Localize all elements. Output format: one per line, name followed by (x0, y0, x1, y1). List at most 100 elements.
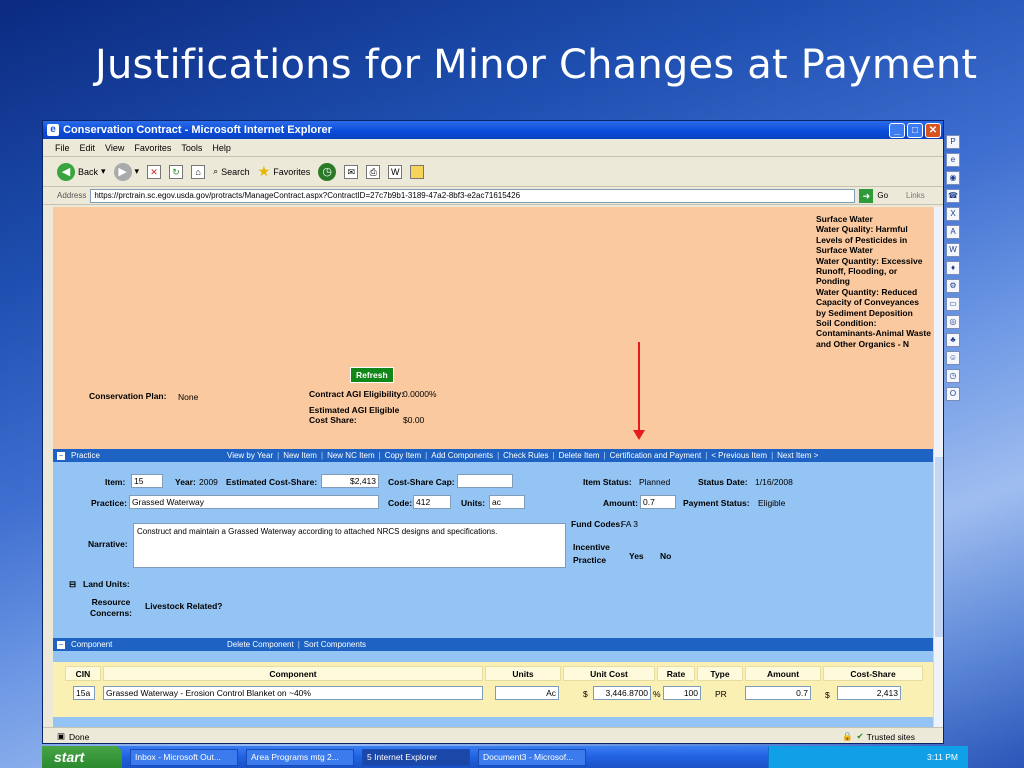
menu-edit[interactable]: Edit (80, 143, 96, 153)
word-icon[interactable]: W (946, 243, 960, 257)
minimize-button[interactable]: _ (889, 122, 905, 138)
ie-icon: e (47, 124, 59, 136)
col-amount: Amount (745, 666, 821, 681)
menu-tools[interactable]: Tools (181, 143, 202, 153)
units-cell-input[interactable]: Ac (495, 686, 559, 700)
livestock-label: Livestock Related? (145, 601, 223, 611)
start-button[interactable]: start (42, 746, 122, 768)
incentive-yes[interactable]: Yes (629, 551, 644, 561)
link-next-item[interactable]: Next Item > (777, 451, 818, 460)
star-icon: ★ (257, 163, 271, 179)
narrative-textarea[interactable]: Construct and maintain a Grassed Waterwa… (133, 523, 566, 568)
scroll-thumb[interactable] (935, 457, 943, 637)
window-titlebar: e Conservation Contract - Microsoft Inte… (43, 121, 943, 139)
search-button[interactable]: ⌕ Search (213, 166, 250, 177)
cost-share-input[interactable]: 2,413 (837, 686, 901, 700)
clock-icon[interactable]: ◷ (946, 369, 960, 383)
practice-bar-label: Practice (71, 451, 100, 460)
incentive-label: Incentive Practice (573, 542, 610, 565)
land-units-toggle-icon[interactable]: ⊟ (69, 579, 76, 590)
link-copy-item[interactable]: Copy Item (385, 451, 421, 460)
close-button[interactable]: ✕ (925, 122, 941, 138)
est-cost-input[interactable]: $2,413 (321, 474, 379, 488)
link-view-by-year[interactable]: View by Year (227, 451, 273, 460)
search-label: Search (221, 166, 250, 177)
favorites-label: Favorites (273, 166, 311, 177)
unit-cost-input[interactable]: 3,446.8700 (593, 686, 651, 700)
clock: 3:11 PM (926, 752, 958, 762)
plan-panel: Surface Water Water Quality: Harmful Lev… (53, 207, 935, 449)
folder-icon[interactable]: ▭ (946, 297, 960, 311)
done-icon: ▣ (57, 731, 66, 741)
link-check-rules[interactable]: Check Rules (503, 451, 548, 460)
incentive-no[interactable]: No (660, 551, 671, 561)
window-title: Conservation Contract - Microsoft Intern… (63, 124, 332, 136)
est-agi-value: $0.00 (403, 415, 425, 425)
folder-icon[interactable] (410, 164, 425, 179)
globe-icon[interactable]: ◎ (946, 315, 960, 329)
refresh-icon[interactable]: ↻ (169, 164, 184, 179)
edit-icon[interactable]: W (388, 164, 403, 179)
refresh-button[interactable]: Refresh (350, 367, 394, 383)
menu-file[interactable]: File (55, 143, 70, 153)
menu-favorites[interactable]: Favorites (134, 143, 171, 153)
amount-cell-input[interactable]: 0.7 (745, 686, 811, 700)
amount-input[interactable]: 0.7 (640, 495, 676, 509)
powerpoint-icon[interactable]: P (946, 135, 960, 149)
person-icon[interactable]: ☺ (946, 351, 960, 365)
cin-input[interactable]: 15a (73, 686, 95, 700)
print-icon[interactable]: ⎙ (366, 164, 381, 179)
browser-window: e Conservation Contract - Microsoft Inte… (42, 120, 944, 744)
link-add-components[interactable]: Add Components (431, 451, 493, 460)
link-new-item[interactable]: New Item (283, 451, 317, 460)
search-icon: ⌕ (213, 166, 219, 176)
tree-icon[interactable]: ♣ (946, 333, 960, 347)
item-select[interactable]: 15 (131, 474, 163, 488)
code-input[interactable]: 412 (413, 495, 451, 509)
stop-icon[interactable]: ✕ (147, 164, 162, 179)
vertical-scrollbar[interactable] (933, 207, 943, 727)
forward-button[interactable]: ▶ ▾ (113, 162, 139, 181)
gear-icon[interactable]: ⚙ (946, 279, 960, 293)
link-delete-component[interactable]: Delete Component (227, 640, 294, 649)
address-input[interactable]: https://prctrain.sc.egov.usda.gov/protra… (90, 188, 856, 203)
chart-icon[interactable]: ♦ (946, 261, 960, 275)
component-input[interactable]: Grassed Waterway - Erosion Control Blank… (103, 686, 483, 700)
practice-input[interactable]: Grassed Waterway (129, 495, 379, 509)
menu-view[interactable]: View (105, 143, 124, 153)
phone-icon[interactable]: ☎ (946, 189, 960, 203)
links-label[interactable]: Links (906, 191, 925, 200)
collapse-practice-icon[interactable]: − (57, 451, 65, 460)
excel-icon[interactable]: X (946, 207, 960, 221)
contacts-icon[interactable]: ◉ (946, 171, 960, 185)
menu-help[interactable]: Help (212, 143, 231, 153)
cost-cap-input[interactable] (457, 474, 513, 488)
outlook-icon[interactable]: O (946, 387, 960, 401)
mail-icon[interactable]: ✉ (344, 164, 359, 179)
access-icon[interactable]: A (946, 225, 960, 239)
collapse-component-icon[interactable]: − (57, 640, 65, 649)
link-previous-item[interactable]: < Previous Item (711, 451, 767, 460)
ie-shortcut-icon[interactable]: e (946, 153, 960, 167)
units-input[interactable]: ac (489, 495, 525, 509)
lock-icon: 🔒 (841, 731, 853, 741)
back-label: Back (78, 166, 99, 177)
go-label[interactable]: Go (877, 191, 888, 200)
history-icon[interactable]: ◷ (318, 162, 337, 181)
link-sort-components[interactable]: Sort Components (304, 640, 366, 649)
system-tray: 3:11 PM (768, 746, 968, 768)
home-icon[interactable]: ⌂ (191, 164, 206, 179)
favorites-button[interactable]: ★ Favorites (258, 163, 311, 180)
back-button[interactable]: ◀ Back ▾ (57, 162, 106, 181)
maximize-button[interactable]: □ (907, 122, 923, 138)
task-internet-explorer[interactable]: 5 Internet Explorer (362, 748, 470, 766)
link-delete-item[interactable]: Delete Item (559, 451, 600, 460)
link-certification-payment[interactable]: Certification and Payment (610, 451, 702, 460)
rate-input[interactable]: 100 (663, 686, 701, 700)
task-inbox[interactable]: Inbox - Microsoft Out... (130, 748, 238, 766)
link-new-nc-item[interactable]: New NC Item (327, 451, 375, 460)
component-table: CIN Component Units Unit Cost Rate Type … (53, 662, 935, 717)
task-area-programs[interactable]: Area Programs mtg 2... (246, 748, 354, 766)
task-document3[interactable]: Document3 - Microsof... (478, 748, 586, 766)
go-icon[interactable]: ➜ (859, 188, 874, 203)
